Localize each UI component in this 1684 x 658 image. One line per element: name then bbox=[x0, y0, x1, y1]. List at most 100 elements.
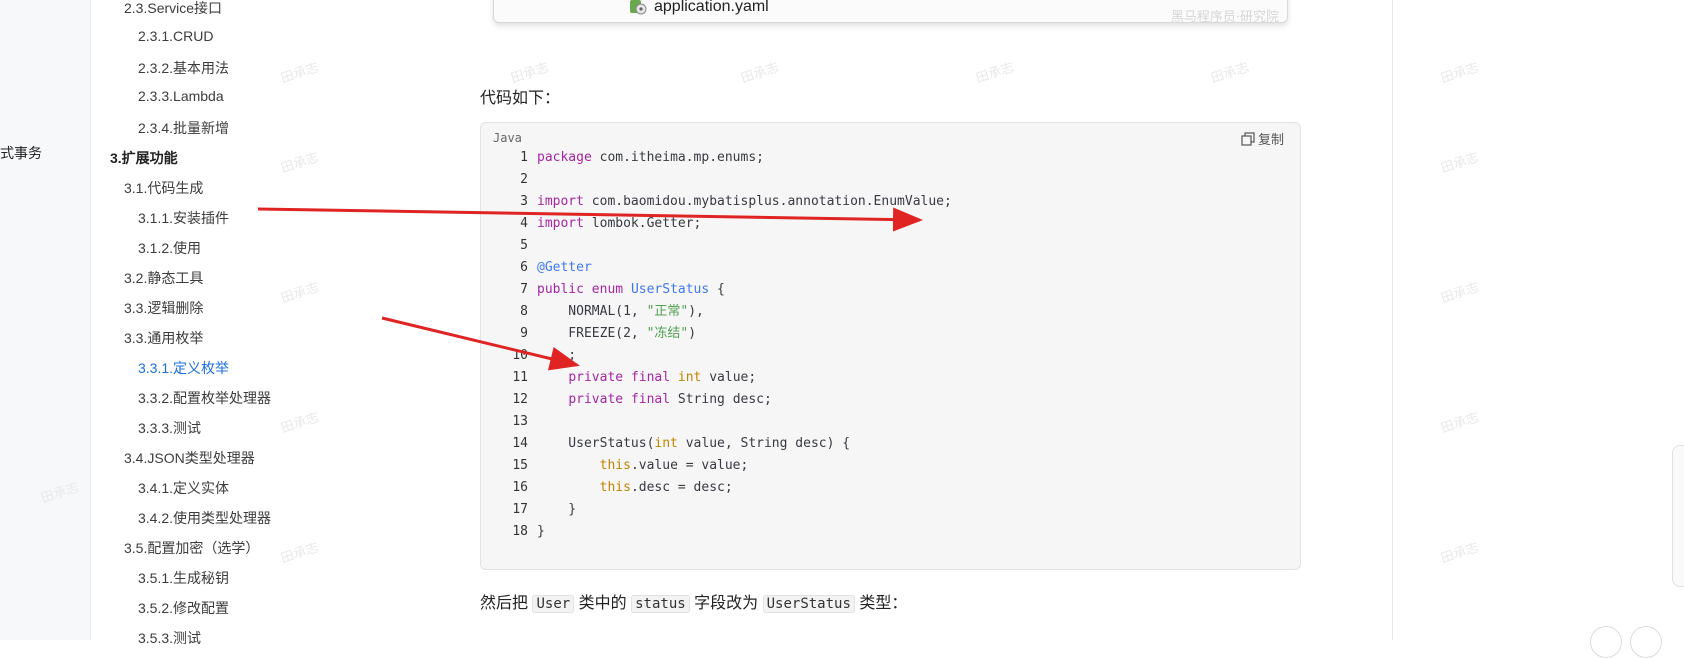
code-token: value, String desc) { bbox=[677, 436, 851, 451]
bookmark-button[interactable] bbox=[1590, 626, 1622, 658]
line-number: 7 bbox=[520, 282, 528, 297]
code-text: } bbox=[537, 499, 576, 521]
toc-item[interactable]: 3.4.JSON类型处理器 bbox=[124, 448, 255, 468]
toc-item[interactable]: 3.5.1.生成秘钥 bbox=[138, 568, 229, 588]
line-number: 8 bbox=[520, 304, 528, 319]
file-name: application.yaml bbox=[654, 0, 769, 15]
toc-item[interactable]: 3.3.3.测试 bbox=[138, 418, 201, 438]
toc-item[interactable]: 3.3.通用枚举 bbox=[124, 328, 203, 348]
code-text: NORMAL(1, "正常"), bbox=[537, 301, 704, 323]
code-token: } bbox=[537, 524, 545, 539]
toc-item[interactable]: 2.3.4.批量新增 bbox=[138, 118, 229, 138]
line-number: 14 bbox=[512, 436, 528, 451]
code-token: .value = value; bbox=[630, 458, 749, 473]
side-toolbar-tab[interactable] bbox=[1672, 445, 1684, 587]
table-of-contents: 2.3.Service接口 2.3.1.CRUD 2.3.2.基本用法 2.3.3.L… bbox=[90, 0, 390, 646]
line-number: 6 bbox=[520, 260, 528, 275]
code-text: } bbox=[537, 521, 545, 543]
toc-item[interactable]: 3.1.1.安装插件 bbox=[138, 208, 229, 228]
toc-item[interactable]: 2.3.Service接口 bbox=[124, 0, 222, 18]
intro-text: 代码如下： bbox=[480, 90, 561, 107]
code-token: import bbox=[537, 216, 584, 231]
code-token: "正常" bbox=[646, 304, 689, 319]
line-number: 2 bbox=[520, 172, 528, 187]
toc-item[interactable]: 3.4.1.定义实体 bbox=[138, 478, 229, 498]
code-token: NORMAL(1, bbox=[537, 304, 647, 319]
watermark: 田承志 bbox=[1438, 279, 1481, 306]
inline-code-status: status bbox=[631, 595, 690, 613]
image-watermark: 黑马程序员·研究院 bbox=[1170, 10, 1279, 25]
code-token: @Getter bbox=[537, 260, 592, 275]
copy-icon bbox=[1241, 131, 1255, 146]
watermark: 田承志 bbox=[1438, 539, 1481, 566]
watermark: 田承志 bbox=[1438, 59, 1481, 86]
code-token: { bbox=[709, 282, 725, 297]
code-token: int bbox=[654, 436, 678, 451]
toc-item[interactable]: 3.扩展功能 bbox=[110, 148, 178, 168]
code-text: import com.baomidou.mybatisplus.annotati… bbox=[537, 191, 952, 213]
code-text: FREEZE(2, "冻结") bbox=[537, 323, 696, 345]
code-text: public enum UserStatus { bbox=[537, 279, 725, 301]
code-text: this.value = value; bbox=[537, 455, 749, 477]
code-token: this bbox=[599, 458, 631, 473]
text-segment: 然后把 bbox=[480, 595, 529, 612]
line-number: 10 bbox=[512, 348, 528, 363]
code-text: this.desc = desc; bbox=[537, 477, 733, 499]
copy-button[interactable]: 复制 bbox=[1241, 129, 1284, 148]
line-number: 4 bbox=[520, 216, 528, 231]
code-token: package bbox=[537, 150, 592, 165]
left-sidebar-strip: 式事务 bbox=[0, 0, 91, 640]
code-token: ) bbox=[688, 326, 697, 341]
text-segment: 类中的 bbox=[578, 595, 627, 612]
yaml-file-icon bbox=[630, 0, 647, 15]
line-number: 9 bbox=[520, 326, 528, 341]
toc-item[interactable]: 3.3.逻辑删除 bbox=[124, 298, 203, 318]
code-token: String desc; bbox=[670, 392, 772, 407]
toc-item[interactable]: 2.3.1.CRUD bbox=[138, 28, 213, 44]
code-text: @Getter bbox=[537, 257, 592, 279]
toc-item[interactable]: 2.3.2.基本用法 bbox=[138, 58, 229, 78]
line-number: 3 bbox=[520, 194, 528, 209]
toc-item[interactable]: 3.3.2.配置枚举处理器 bbox=[138, 388, 271, 408]
watermark: 田承志 bbox=[973, 59, 1016, 86]
code-token: .desc = desc; bbox=[630, 480, 733, 495]
help-button[interactable] bbox=[1630, 626, 1662, 658]
watermark: 田承志 bbox=[1208, 59, 1251, 86]
code-text: UserStatus(int value, String desc) { bbox=[537, 433, 850, 455]
code-text: private final String desc; bbox=[537, 389, 772, 411]
text-segment: 类型： bbox=[859, 595, 908, 612]
line-number: 15 bbox=[512, 458, 528, 473]
toc-item[interactable]: 3.4.2.使用类型处理器 bbox=[138, 508, 271, 528]
line-number: 17 bbox=[512, 502, 528, 517]
toc-item[interactable]: 3.3.1.定义枚举 bbox=[138, 358, 229, 378]
text-segment: 字段改为 bbox=[694, 595, 759, 612]
code-token: "冻结" bbox=[646, 326, 689, 341]
toc-item[interactable]: 2.3.3.Lambda bbox=[138, 88, 224, 104]
copy-label: 复制 bbox=[1257, 132, 1284, 147]
toc-item[interactable]: 3.5.3.测试 bbox=[138, 628, 201, 648]
code-token: ; bbox=[537, 348, 577, 363]
toc-item[interactable]: 3.5.2.修改配置 bbox=[138, 598, 229, 618]
sidebar-cut-label[interactable]: 式事务 bbox=[0, 143, 42, 163]
toc-item[interactable]: 3.5.配置加密（选学） bbox=[124, 538, 259, 558]
code-block: Java 复制 1 package com.itheima.mp.enums; 2 3… bbox=[480, 122, 1301, 570]
toc-item[interactable]: 3.1.代码生成 bbox=[124, 178, 203, 198]
code-token: } bbox=[537, 502, 577, 517]
right-divider bbox=[1392, 0, 1393, 640]
code-token: final bbox=[630, 392, 671, 407]
toc-item[interactable]: 3.2.静态工具 bbox=[124, 268, 203, 288]
watermark: 田承志 bbox=[738, 59, 781, 86]
line-number: 11 bbox=[512, 370, 528, 385]
line-number: 16 bbox=[512, 480, 528, 495]
toc-item[interactable]: 3.1.2.使用 bbox=[138, 238, 201, 258]
code-text: import lombok.Getter; bbox=[537, 213, 701, 235]
code-token: import bbox=[537, 194, 584, 209]
code-token: value; bbox=[701, 370, 757, 385]
inline-code-userstatus: UserStatus bbox=[762, 595, 855, 613]
